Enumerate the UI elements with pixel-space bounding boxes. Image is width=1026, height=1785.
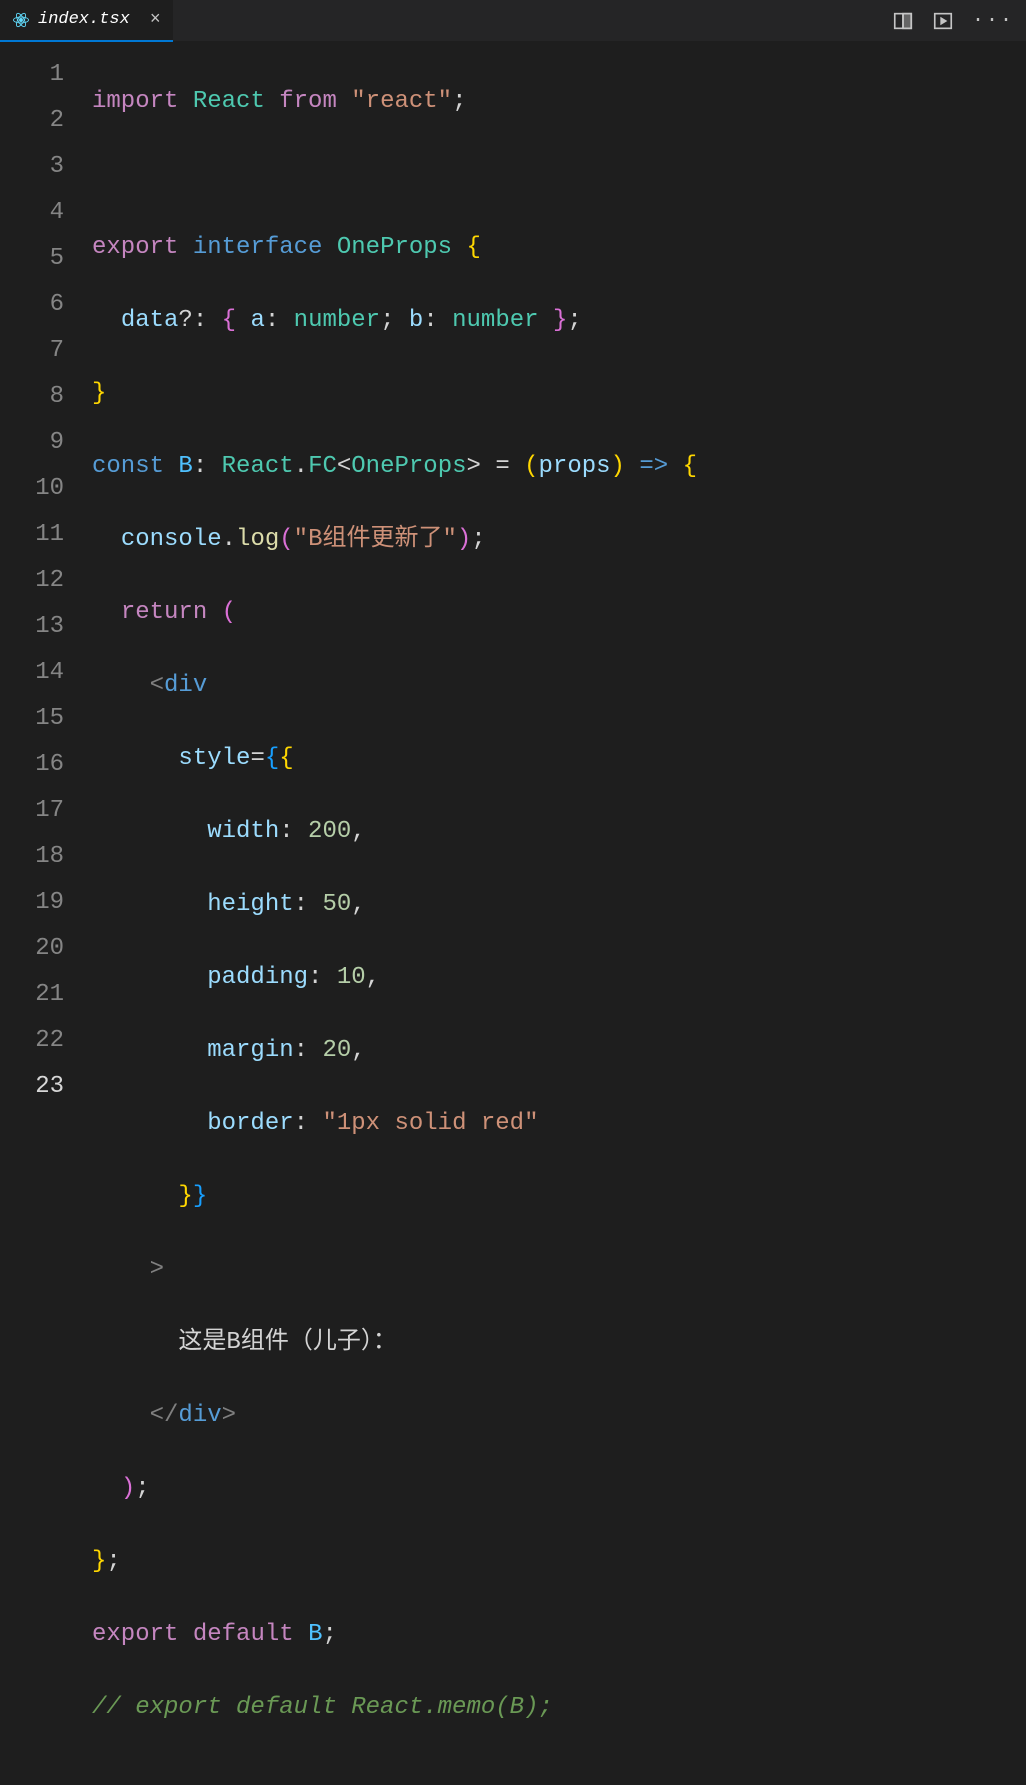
line-number: 18 [0,834,92,880]
code-line[interactable]: border: "1px solid red" [92,1101,1026,1147]
more-actions-icon[interactable]: ··· [972,9,1014,32]
code-line[interactable]: }} [92,1174,1026,1220]
code-line[interactable]: return ( [92,590,1026,636]
line-number: 20 [0,926,92,972]
code-line[interactable]: const B: React.FC<OneProps> = (props) =>… [92,444,1026,490]
line-number: 22 [0,1018,92,1064]
line-number: 10 [0,466,92,512]
line-number: 5 [0,236,92,282]
line-number: 6 [0,282,92,328]
tab-filename: index.tsx [38,10,130,29]
code-line[interactable] [92,152,1026,198]
line-number: 12 [0,558,92,604]
code-line[interactable]: export interface OneProps { [92,225,1026,271]
line-number: 15 [0,696,92,742]
split-editor-icon[interactable] [892,10,914,32]
gutter: 1 2 3 4 5 6 7 8 9 10 11 12 13 14 15 16 1… [0,42,92,1126]
react-icon [12,11,30,29]
code-line-active[interactable]: // export default React.memo(B); [92,1685,1026,1731]
line-number: 2 [0,98,92,144]
code-line[interactable]: padding: 10, [92,955,1026,1001]
line-number: 17 [0,788,92,834]
run-cell-icon[interactable] [932,10,954,32]
code-line[interactable]: export default B; [92,1612,1026,1658]
code-line[interactable]: <div [92,663,1026,709]
code-line[interactable]: > [92,1247,1026,1293]
code-line[interactable]: data?: { a: number; b: number }; [92,298,1026,344]
line-number: 9 [0,420,92,466]
line-number: 1 [0,52,92,98]
code-line[interactable]: }; [92,1539,1026,1585]
code-line[interactable]: console.log("B组件更新了"); [92,517,1026,563]
code-line[interactable]: ); [92,1466,1026,1512]
code-line[interactable]: </div> [92,1393,1026,1439]
tab-active[interactable]: index.tsx × [0,0,173,42]
line-number: 3 [0,144,92,190]
line-number: 4 [0,190,92,236]
code-area[interactable]: import React from "react"; export interf… [92,42,1026,1126]
code-line[interactable]: width: 200, [92,809,1026,855]
line-number: 14 [0,650,92,696]
line-number-active: 23 [0,1064,92,1110]
code-line[interactable]: style={{ [92,736,1026,782]
titlebar-actions: ··· [892,9,1026,32]
line-number: 16 [0,742,92,788]
titlebar: index.tsx × ··· [0,0,1026,42]
close-icon[interactable]: × [150,11,161,29]
code-line[interactable]: 这是B组件（儿子）： [92,1320,1026,1366]
line-number: 7 [0,328,92,374]
code-line[interactable]: import React from "react"; [92,79,1026,125]
editor[interactable]: 1 2 3 4 5 6 7 8 9 10 11 12 13 14 15 16 1… [0,42,1026,1126]
line-number: 21 [0,972,92,1018]
code-line[interactable]: height: 50, [92,882,1026,928]
code-line[interactable]: } [92,371,1026,417]
line-number: 13 [0,604,92,650]
line-number: 11 [0,512,92,558]
code-line[interactable]: margin: 20, [92,1028,1026,1074]
line-number: 19 [0,880,92,926]
line-number: 8 [0,374,92,420]
